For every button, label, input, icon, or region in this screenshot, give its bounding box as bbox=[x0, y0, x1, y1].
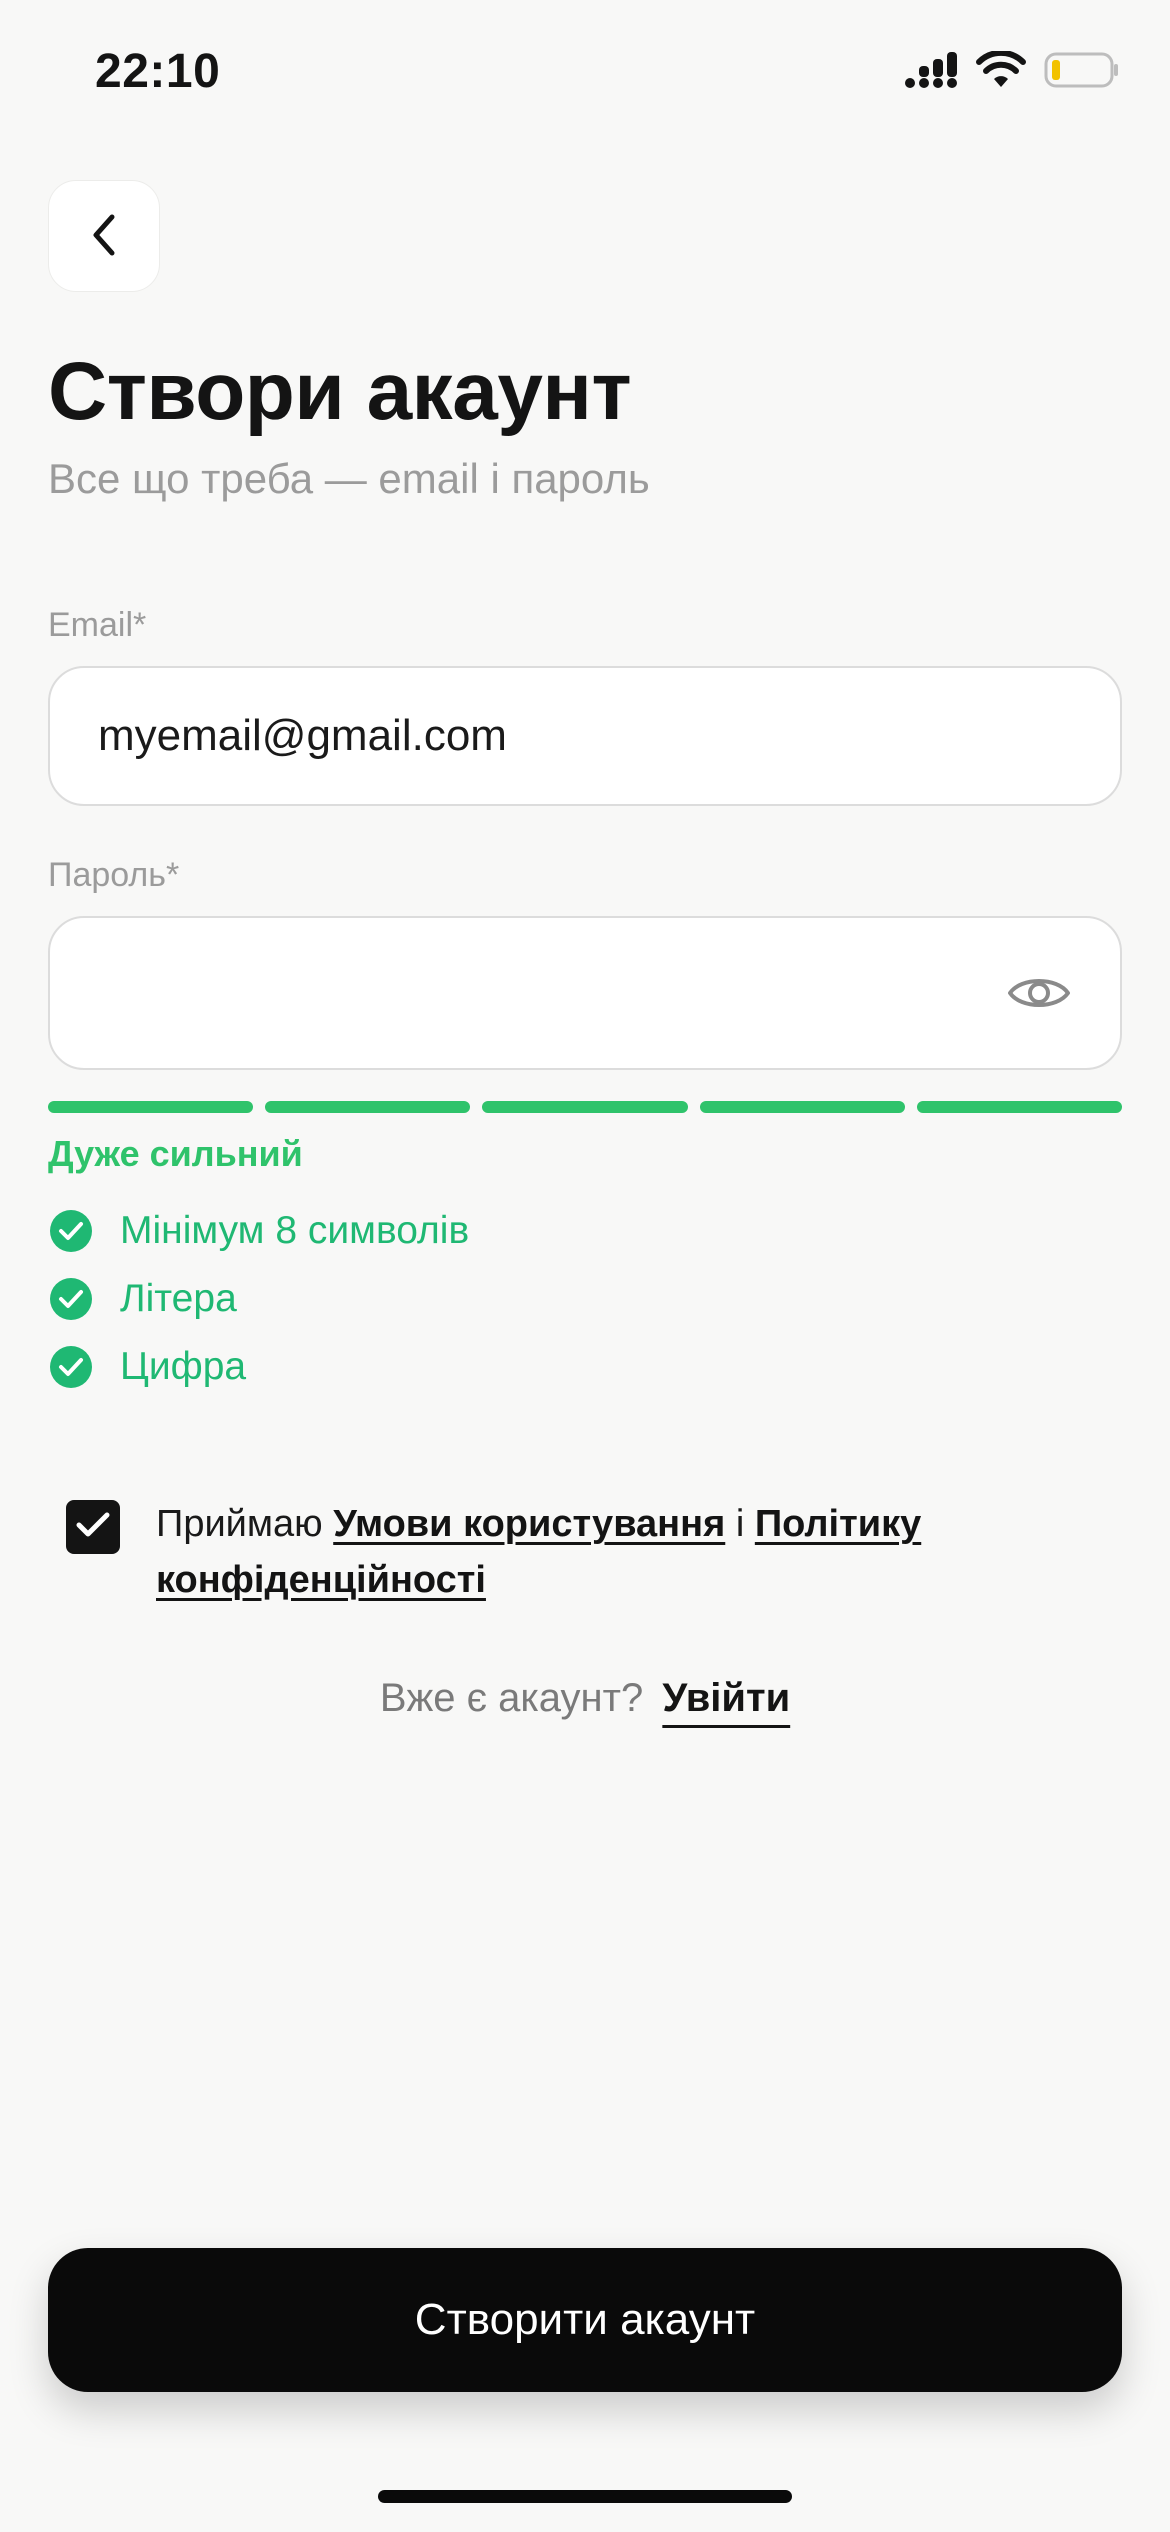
email-field[interactable] bbox=[48, 666, 1122, 806]
email-label: Email* bbox=[48, 606, 147, 644]
requirement-item: Мінімум 8 символів bbox=[48, 1208, 469, 1254]
login-row: Вже є акаунт? Увійти bbox=[0, 1676, 1170, 1721]
terms-text: Приймаю Умови користування і Політику ко… bbox=[156, 1496, 1056, 1608]
signal-icon bbox=[904, 50, 958, 95]
eye-icon[interactable] bbox=[1006, 966, 1072, 1020]
wifi-icon bbox=[976, 49, 1026, 94]
password-strength-meter bbox=[48, 1101, 1123, 1113]
terms-of-use-link[interactable]: Умови користування bbox=[333, 1503, 725, 1545]
requirement-label: Цифра bbox=[120, 1345, 247, 1388]
terms-prefix: Приймаю bbox=[156, 1503, 334, 1545]
strength-segment bbox=[916, 1101, 1123, 1113]
page-subtitle: Все що треба — email і пароль bbox=[48, 455, 650, 502]
create-account-button[interactable]: Створити акаунт bbox=[48, 2248, 1122, 2392]
strength-segment bbox=[482, 1101, 688, 1113]
battery-icon bbox=[1044, 50, 1120, 95]
status-bar: 22:10 bbox=[0, 0, 1170, 150]
check-circle-icon bbox=[48, 1344, 94, 1390]
check-circle-icon bbox=[48, 1276, 94, 1322]
strength-segment bbox=[699, 1101, 905, 1113]
page-title: Створи акаунт bbox=[48, 346, 632, 437]
login-link[interactable]: Увійти bbox=[662, 1676, 790, 1720]
requirement-item: Цифра bbox=[48, 1344, 246, 1390]
terms-joiner: і bbox=[725, 1503, 755, 1545]
chevron-left-icon bbox=[84, 211, 124, 262]
strength-segment bbox=[265, 1101, 471, 1113]
password-label: Пароль* bbox=[48, 856, 180, 894]
status-time: 22:10 bbox=[95, 45, 221, 98]
terms-checkbox[interactable] bbox=[66, 1500, 120, 1554]
password-field[interactable] bbox=[48, 916, 1122, 1070]
status-icons bbox=[904, 49, 1120, 95]
home-indicator bbox=[378, 2490, 792, 2503]
strength-segment bbox=[48, 1101, 254, 1113]
back-button[interactable] bbox=[48, 180, 160, 292]
password-strength-label: Дуже сильний bbox=[48, 1133, 303, 1174]
requirement-item: Літера bbox=[48, 1276, 237, 1322]
check-circle-icon bbox=[48, 1208, 94, 1254]
checkmark-icon bbox=[75, 1510, 111, 1545]
login-prompt: Вже є акаунт? bbox=[379, 1676, 644, 1720]
requirement-label: Мінімум 8 символів bbox=[120, 1209, 470, 1252]
requirement-label: Літера bbox=[120, 1277, 237, 1320]
